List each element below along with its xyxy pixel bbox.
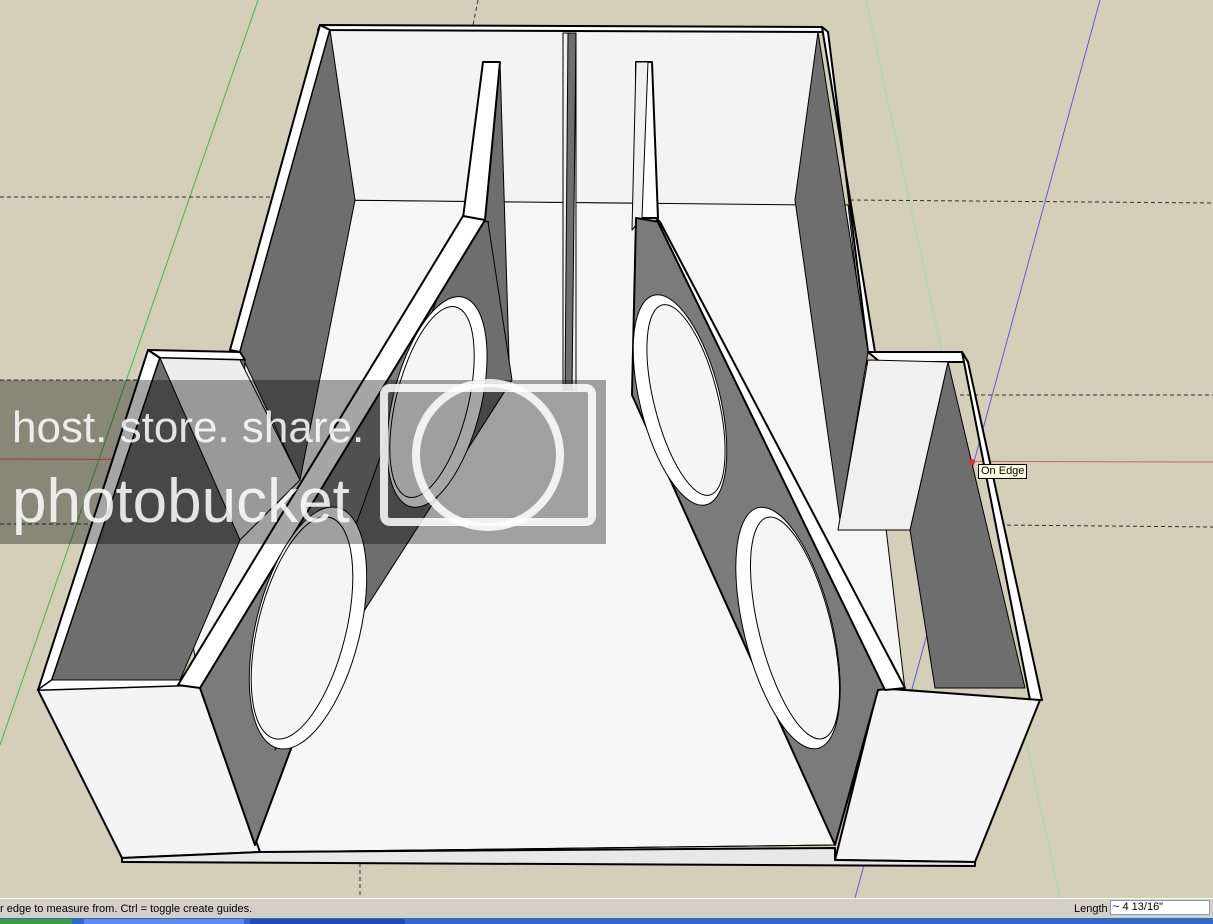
watermark-tagline: host. store. share. xyxy=(12,403,364,452)
taskbar-item[interactable] xyxy=(84,919,244,924)
measurements-label: Length xyxy=(1074,903,1108,915)
start-button[interactable] xyxy=(0,919,72,924)
status-message: r edge to measure from. Ctrl = toggle cr… xyxy=(0,903,253,915)
taskbar-item-active[interactable] xyxy=(250,919,405,924)
inference-tooltip: On Edge xyxy=(978,464,1028,479)
modeling-viewport[interactable]: host. store. share. photobucket On Edge xyxy=(0,0,1213,898)
status-bar: r edge to measure from. Ctrl = toggle cr… xyxy=(0,898,1213,919)
model-canvas[interactable]: host. store. share. photobucket xyxy=(0,0,1213,898)
watermark-brand: photobucket xyxy=(12,467,350,536)
inference-point-icon xyxy=(969,459,975,465)
photobucket-watermark: host. store. share. photobucket xyxy=(0,379,606,544)
windows-taskbar xyxy=(0,918,1213,924)
measurements-input[interactable]: ~ 4 13/16" xyxy=(1110,900,1210,915)
